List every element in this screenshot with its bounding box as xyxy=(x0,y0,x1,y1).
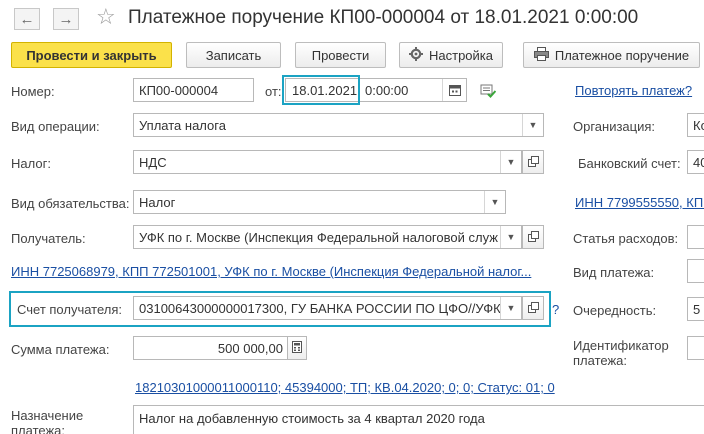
settings-button[interactable]: Настройка xyxy=(399,42,503,68)
recipient-details-link[interactable]: ИНН 7725068979, КПП 772501001, УФК по г.… xyxy=(11,264,531,279)
purpose-textarea[interactable]: Налог на добавленную стоимость за 4 квар… xyxy=(133,405,704,434)
operation-type-label: Вид операции: xyxy=(11,119,100,134)
priority-field[interactable]: 5 xyxy=(687,297,704,321)
date-highlight-frame xyxy=(282,75,360,105)
time-value: 0:00:00 xyxy=(365,82,409,98)
back-button[interactable]: ← xyxy=(14,8,40,30)
organization-field[interactable]: Ко xyxy=(687,113,704,137)
expense-item-label: Статья расходов: xyxy=(573,231,679,246)
recipient-account-help-link[interactable]: ? xyxy=(552,302,559,317)
repeat-payment-link[interactable]: Повторять платеж? xyxy=(575,83,692,98)
forward-button[interactable]: → xyxy=(53,8,79,30)
post-and-close-button[interactable]: Провести и закрыть xyxy=(11,42,172,68)
print-payment-order-button[interactable]: Платежное поручение xyxy=(523,42,700,68)
amount-field[interactable]: 500 000,00 xyxy=(133,336,288,360)
bank-account-field[interactable]: 40 xyxy=(687,150,704,174)
obligation-type-value: Налог xyxy=(139,194,176,210)
purpose-label-line2: платежа: xyxy=(11,423,65,434)
arrow-left-icon: ← xyxy=(19,10,35,28)
recipient-field[interactable]: УФК по г. Москве (Инспекция Федеральной … xyxy=(133,225,522,249)
amount-value: 500 000,00 xyxy=(217,340,283,356)
gear-icon xyxy=(409,46,423,64)
open-tax-button[interactable] xyxy=(522,150,544,174)
document-status-icon[interactable] xyxy=(480,82,497,101)
open-recipient-button[interactable] xyxy=(522,225,544,249)
tax-value: НДС xyxy=(139,154,167,170)
open-icon xyxy=(527,230,539,245)
calculator-button[interactable] xyxy=(287,336,307,360)
post-label: Провести xyxy=(311,47,370,63)
payment-id-field[interactable] xyxy=(687,336,704,360)
post-and-close-label: Провести и закрыть xyxy=(26,47,157,63)
recipient-label: Получатель: xyxy=(11,231,86,246)
calendar-icon[interactable] xyxy=(442,79,466,101)
payment-id-label-line1: Идентификатор xyxy=(573,338,669,353)
obligation-type-label: Вид обязательства: xyxy=(11,196,130,211)
printer-icon xyxy=(533,46,549,64)
obligation-type-field[interactable]: Налог ▼ xyxy=(133,190,506,214)
open-icon xyxy=(527,155,539,170)
purpose-value: Налог на добавленную стоимость за 4 квар… xyxy=(139,411,485,426)
number-field[interactable]: КП00-000004 xyxy=(133,78,254,102)
chevron-down-icon[interactable]: ▼ xyxy=(500,226,521,248)
organization-details-link[interactable]: ИНН 7799555550, КПП xyxy=(575,195,704,210)
expense-item-field[interactable] xyxy=(687,225,704,249)
number-value: КП00-000004 xyxy=(139,82,219,98)
payment-type-label: Вид платежа: xyxy=(573,265,655,280)
amount-label: Сумма платежа: xyxy=(11,342,110,357)
post-button[interactable]: Провести xyxy=(295,42,386,68)
date-from-label: от: xyxy=(265,84,282,99)
save-button[interactable]: Записать xyxy=(186,42,281,68)
organization-label: Организация: xyxy=(573,119,656,134)
tax-label: Налог: xyxy=(11,156,51,171)
settings-label: Настройка xyxy=(429,47,493,63)
recipient-value: УФК по г. Москве (Инспекция Федеральной … xyxy=(139,229,498,245)
bank-account-label: Банковский счет: xyxy=(578,156,681,171)
open-icon xyxy=(527,301,539,316)
arrow-right-icon: → xyxy=(58,10,74,28)
tax-field[interactable]: НДС ▼ xyxy=(133,150,522,174)
budget-details-link[interactable]: 18210301000011000110; 45394000; ТП; КВ.0… xyxy=(135,380,555,395)
recipient-account-label: Счет получателя: xyxy=(17,302,123,317)
operation-type-value: Уплата налога xyxy=(139,117,226,133)
calculator-icon xyxy=(292,340,302,356)
number-label: Номер: xyxy=(11,84,55,99)
purpose-label-line1: Назначение xyxy=(11,408,84,423)
priority-label: Очередность: xyxy=(573,303,657,318)
favorite-star-icon[interactable]: ☆ xyxy=(96,4,116,30)
bank-account-value: 40 xyxy=(693,154,704,170)
operation-type-field[interactable]: Уплата налога ▼ xyxy=(133,113,544,137)
page-title: Платежное поручение КП00-000004 от 18.01… xyxy=(128,7,639,28)
payment-type-field[interactable] xyxy=(687,259,704,283)
organization-value: Ко xyxy=(693,117,704,133)
chevron-down-icon[interactable]: ▼ xyxy=(500,151,521,173)
save-label: Записать xyxy=(205,47,262,63)
payment-id-label-line2: платежа: xyxy=(573,353,627,368)
recipient-account-value: 03100643000000017300, ГУ БАНКА РОССИИ ПО… xyxy=(139,300,500,316)
recipient-account-field[interactable]: 03100643000000017300, ГУ БАНКА РОССИИ ПО… xyxy=(133,296,522,320)
open-recipient-account-button[interactable] xyxy=(522,296,544,320)
chevron-down-icon[interactable]: ▼ xyxy=(484,191,505,213)
print-payment-order-label: Платежное поручение xyxy=(554,47,690,63)
priority-value: 5 xyxy=(693,301,701,317)
chevron-down-icon[interactable]: ▼ xyxy=(500,297,521,319)
chevron-down-icon[interactable]: ▼ xyxy=(522,114,543,136)
